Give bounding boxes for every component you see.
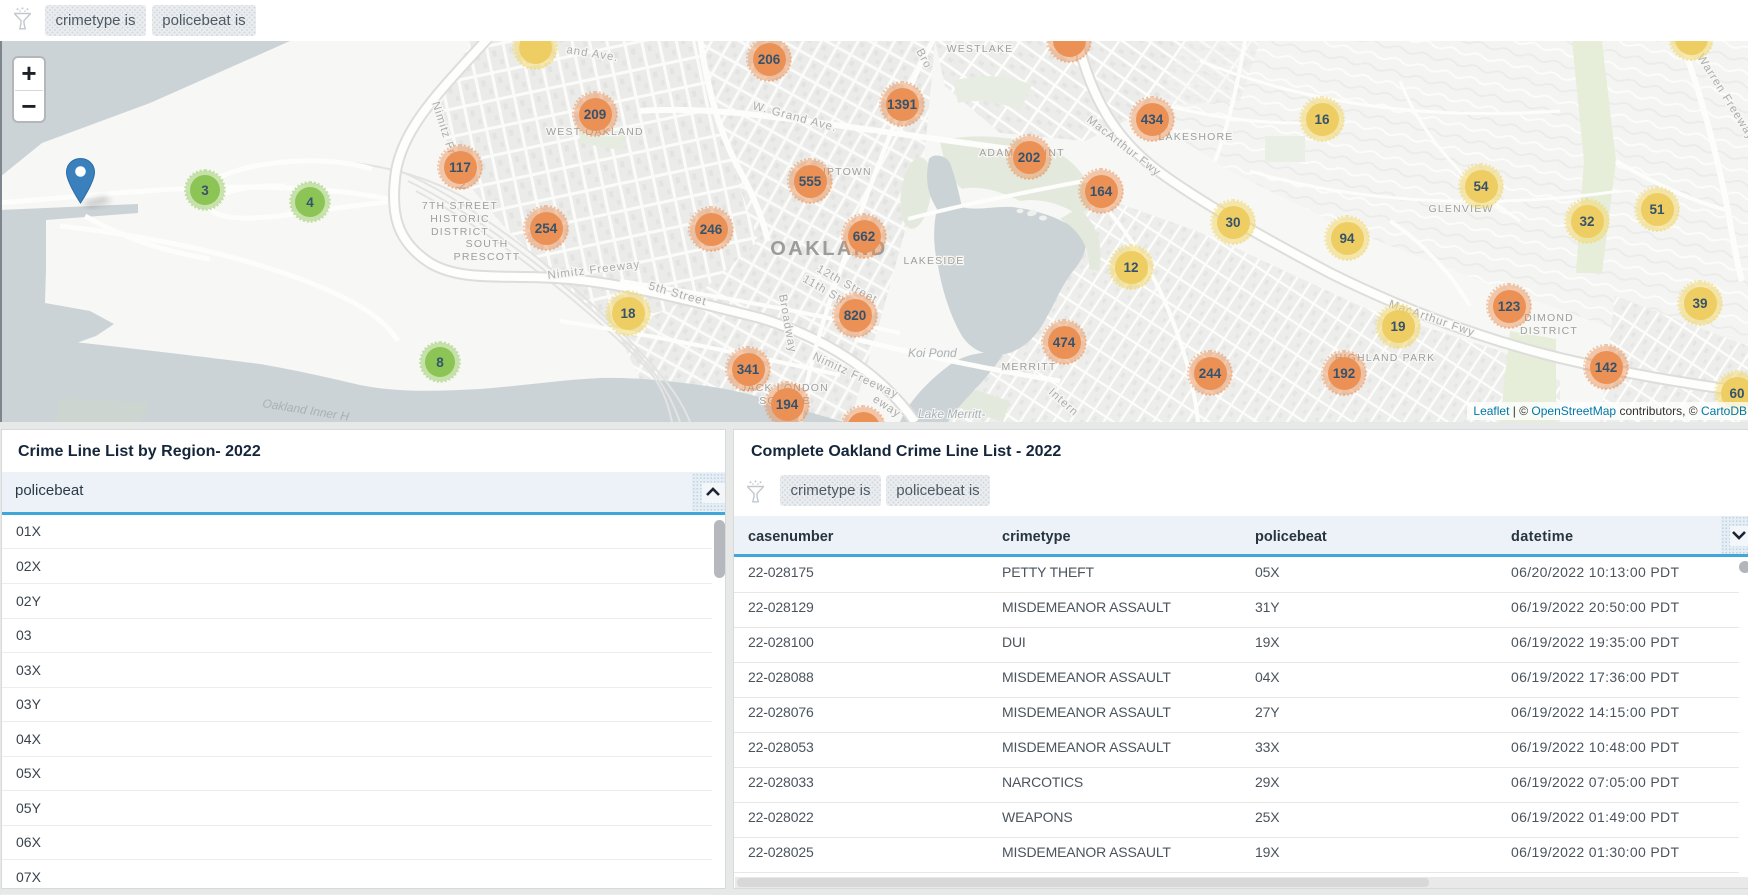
svg-text:WESTLAKE: WESTLAKE (947, 43, 1014, 55)
svg-text:HISTORIC: HISTORIC (430, 213, 490, 225)
svg-text:DISTRICT: DISTRICT (431, 226, 489, 238)
svg-text:LAKESIDE: LAKESIDE (904, 255, 965, 267)
svg-text:7TH STREET: 7TH STREET (422, 200, 498, 212)
svg-text:PRESCOTT: PRESCOTT (454, 251, 521, 263)
svg-text:MERRITT: MERRITT (1001, 361, 1056, 373)
svg-text:DISTRICT: DISTRICT (1520, 325, 1578, 337)
svg-text:Koi Pond: Koi Pond (908, 346, 957, 360)
svg-text:Lake Merritt-: Lake Merritt- (918, 407, 985, 421)
svg-text:SOUTH: SOUTH (466, 238, 509, 250)
svg-text:DIMOND: DIMOND (1524, 312, 1574, 324)
